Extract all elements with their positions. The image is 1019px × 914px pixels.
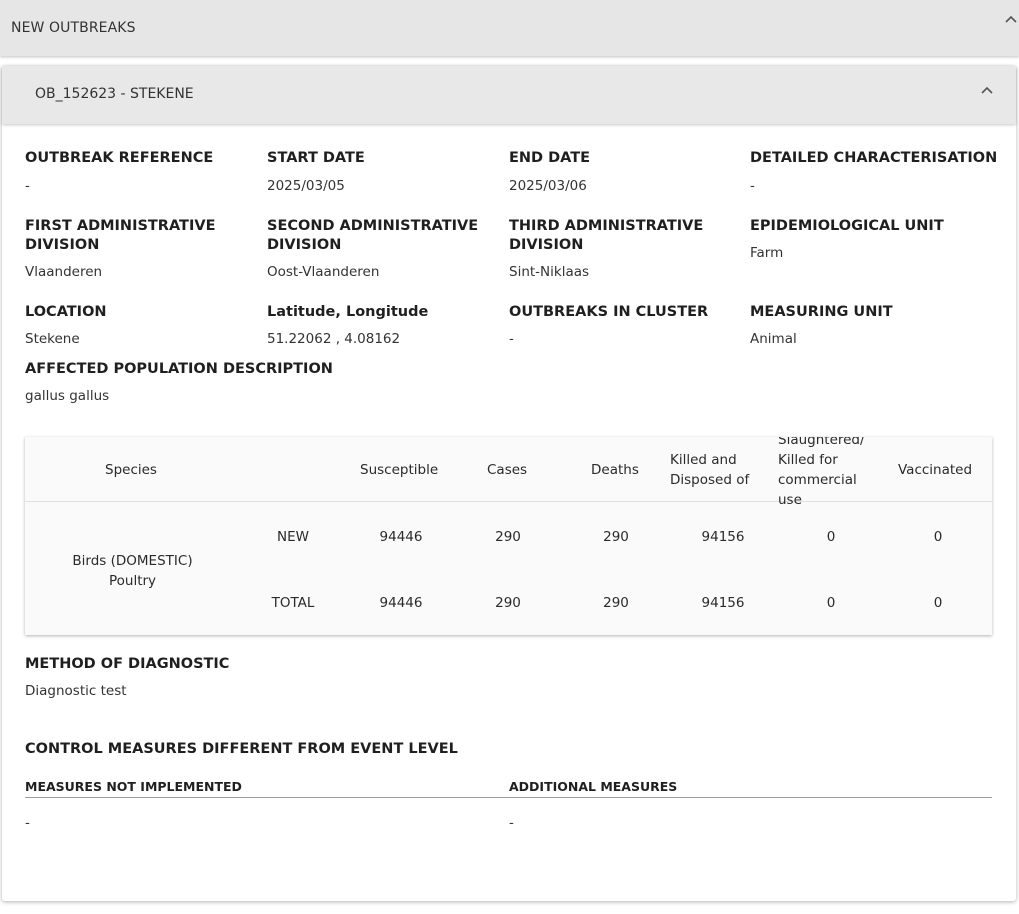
location-value: Stekene [25, 331, 80, 347]
row-total-vaccinated: 0 [933, 595, 943, 611]
chevron-up-icon[interactable] [1004, 13, 1018, 28]
second-admin-division-label: SECOND ADMINISTRATIVE DIVISION [267, 218, 479, 253]
end-date-value: 2025/03/06 [509, 178, 587, 194]
col-species: Species [105, 462, 157, 478]
measuring-unit-label: MEASURING UNIT [750, 304, 893, 320]
row-new-vaccinated: 0 [933, 529, 943, 545]
row-total-type: TOTAL [271, 595, 315, 611]
row-total-cases: 290 [495, 595, 521, 611]
col-killed-disposed: Killed and Disposed of [670, 452, 750, 488]
species-cell: Birds (DOMESTIC) Poultry [72, 553, 193, 589]
affected-population-label: AFFECTED POPULATION DESCRIPTION [25, 361, 333, 377]
row-new-deaths: 290 [603, 529, 629, 545]
col-slaughtered: Slaughtered/ Killed for commercial use [778, 437, 865, 508]
divider [25, 797, 992, 798]
outbreaks-in-cluster-value: - [509, 331, 514, 347]
row-new-susceptible: 94446 [379, 529, 423, 545]
outbreaks-in-cluster-label: OUTBREAKS IN CLUSTER [509, 304, 709, 320]
row-new-killed: 94156 [701, 529, 745, 545]
outbreak-card-header[interactable]: OB_152623 - STEKENE [2, 66, 1016, 124]
measuring-unit-value: Animal [750, 331, 797, 347]
location-label: LOCATION [25, 304, 107, 320]
first-admin-division-value: Vlaanderen [25, 264, 103, 280]
epidemiological-unit-value: Farm [750, 245, 784, 261]
row-total-killed: 94156 [701, 595, 745, 611]
lat-long-label: Latitude, Longitude [267, 304, 429, 320]
third-admin-division-label: THIRD ADMINISTRATIVE DIVISION [509, 218, 704, 253]
second-admin-division-value: Oost-Vlaanderen [267, 264, 380, 280]
species-table: Species Susceptible Cases Deaths Killed … [25, 437, 992, 635]
row-new-slaughtered: 0 [826, 529, 836, 545]
affected-population-value: gallus gallus [25, 388, 110, 404]
method-of-diagnostic-label: METHOD OF DIAGNOSTIC [25, 656, 230, 672]
row-new-type: NEW [277, 529, 309, 545]
panel-title: NEW OUTBREAKS [11, 20, 136, 36]
additional-measures-label: ADDITIONAL MEASURES [509, 779, 678, 794]
row-new-cases: 290 [495, 529, 521, 545]
lat-long-value: 51.22062 , 4.08162 [267, 331, 401, 347]
start-date-label: START DATE [267, 150, 365, 166]
method-of-diagnostic-value: Diagnostic test [25, 683, 127, 699]
new-outbreaks-panel-header[interactable]: NEW OUTBREAKS [0, 0, 1019, 56]
table-header: Species Susceptible Cases Deaths Killed … [25, 437, 992, 508]
chevron-up-icon[interactable] [980, 84, 994, 99]
outbreak-reference-value: - [25, 178, 30, 194]
start-date-value: 2025/03/05 [267, 178, 345, 194]
measures-not-implemented-value: - [25, 815, 30, 831]
first-admin-division-label: FIRST ADMINISTRATIVE DIVISION [25, 218, 216, 253]
row-total-deaths: 290 [603, 595, 629, 611]
additional-measures-value: - [509, 815, 514, 831]
row-total-slaughtered: 0 [826, 595, 836, 611]
row-total-susceptible: 94446 [379, 595, 423, 611]
outbreak-title: OB_152623 - STEKENE [35, 86, 194, 102]
third-admin-division-value: Sint-Niklaas [509, 264, 590, 280]
col-vaccinated: Vaccinated [898, 462, 973, 478]
measures-not-implemented-label: MEASURES NOT IMPLEMENTED [25, 779, 242, 794]
detailed-characterisation-value: - [750, 178, 755, 194]
end-date-label: END DATE [509, 150, 591, 166]
col-deaths: Deaths [591, 462, 639, 478]
epidemiological-unit-label: EPIDEMIOLOGICAL UNIT [750, 218, 944, 234]
col-susceptible: Susceptible [360, 462, 439, 478]
detailed-characterisation-label: DETAILED CHARACTERISATION [750, 150, 998, 166]
control-measures-title: CONTROL MEASURES DIFFERENT FROM EVENT LE… [25, 741, 458, 757]
col-cases: Cases [487, 462, 528, 478]
outbreak-reference-label: OUTBREAK REFERENCE [25, 150, 214, 166]
